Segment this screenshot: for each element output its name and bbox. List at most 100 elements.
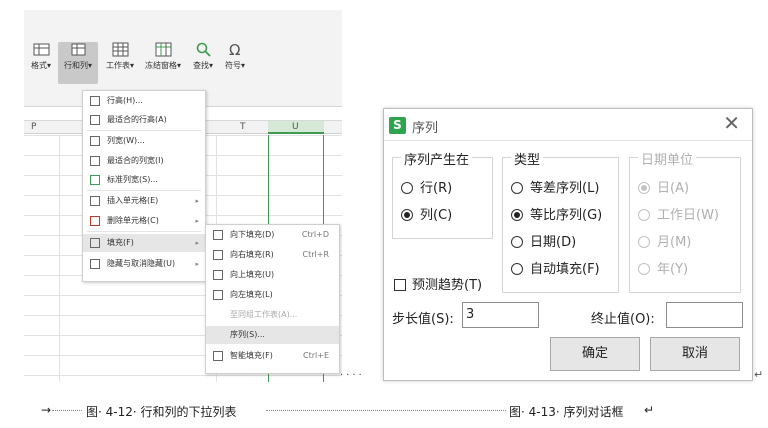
- menu-separator: [87, 130, 201, 131]
- radio-label: 列(C): [420, 208, 453, 223]
- radio-label: 工作日(W): [657, 208, 719, 223]
- radio-day: 日(A): [638, 180, 689, 198]
- arrow-mark-icon: →: [41, 403, 52, 417]
- date-unit-group: 日期单位 日(A) 工作日(W) 月(M) 年(Y): [629, 149, 741, 293]
- omega-icon: Ω: [229, 42, 240, 57]
- menu-separator: [87, 231, 201, 232]
- trend-label: 预测趋势(T): [412, 278, 483, 293]
- menu-item-label: 标准列宽(S)...: [107, 175, 158, 184]
- dialog-title: 序列: [412, 121, 439, 136]
- delete-cells-icon: [90, 216, 100, 226]
- menu-item-autofit-row[interactable]: 最适合的行高(A): [83, 111, 205, 129]
- menu-item-label: 向上填充(U): [230, 270, 275, 279]
- format-button-label: 格式: [30, 61, 47, 70]
- menu-item-label: 向左填充(L): [230, 290, 273, 299]
- worksheet-button-label: 工作表: [105, 61, 130, 70]
- radio-autofill[interactable]: 自动填充(F): [511, 261, 600, 279]
- paragraph-mark-icon: ↵: [754, 368, 764, 381]
- worksheet-button[interactable]: 工作表▾: [102, 42, 138, 84]
- format-button[interactable]: 格式▾: [27, 42, 55, 84]
- radio-icon: [511, 263, 523, 275]
- trend-checkbox[interactable]: 预测趋势(T): [394, 274, 482, 293]
- menu-item-row-height[interactable]: 行高(H)...: [83, 92, 205, 110]
- radio-columns[interactable]: 列(C): [401, 207, 452, 225]
- stop-value-input[interactable]: [666, 302, 743, 328]
- radio-label: 月(M): [657, 235, 692, 250]
- radio-label: 日(A): [657, 181, 690, 196]
- fill-down-icon: [213, 230, 223, 240]
- menu-item-label: 至同组工作表(A)...: [230, 310, 298, 319]
- fill-submenu: 向下填充(D) Ctrl+D 向右填充(R) Ctrl+R 向上填充(U) 向左填充…: [205, 224, 340, 374]
- chevron-right-icon: ▸: [195, 260, 199, 268]
- radio-rows[interactable]: 行(R): [401, 180, 452, 198]
- leader-dots: [52, 410, 82, 411]
- menu-item-standard-width[interactable]: 标准列宽(S)...: [83, 171, 205, 189]
- radio-label: 年(Y): [657, 262, 689, 277]
- radio-date[interactable]: 日期(D): [511, 234, 576, 252]
- radio-linear[interactable]: 等差序列(L): [511, 180, 599, 198]
- type-group: 类型 等差序列(L) 等比序列(G) 日期(D) 自动填充(F): [502, 149, 619, 293]
- row-col-dropdown: 行高(H)... 最适合的行高(A) 列宽(W)... 最适合的列宽(I) 标准…: [82, 90, 206, 282]
- fill-icon: [90, 238, 100, 248]
- radio-label: 日期(D): [530, 235, 577, 250]
- menu-item-insert-cells[interactable]: 插入单元格(E) ▸: [83, 192, 205, 210]
- menu-item-series[interactable]: 序列(S)...: [206, 326, 339, 344]
- close-icon[interactable]: ✕: [723, 113, 740, 133]
- wps-app-icon: S: [389, 117, 406, 134]
- column-header-t[interactable]: T: [240, 122, 246, 132]
- symbol-button-label: 符号: [224, 61, 241, 70]
- standard-width-icon: [90, 175, 100, 185]
- date-unit-label: 日期单位: [638, 149, 697, 168]
- menu-item-smart-fill[interactable]: 智能填充(F) Ctrl+E: [206, 347, 339, 365]
- menu-item-hide-unhide[interactable]: 隐藏与取消隐藏(U) ▸: [83, 255, 205, 273]
- menu-item-autofit-col[interactable]: 最适合的列宽(I): [83, 152, 205, 170]
- format-icon: [33, 43, 49, 56]
- menu-item-fill-up[interactable]: 向上填充(U): [206, 266, 339, 284]
- step-value-input[interactable]: 3: [462, 302, 539, 328]
- cancel-button[interactable]: 取消: [650, 337, 740, 371]
- radio-icon: [401, 182, 413, 194]
- worksheet-icon: [112, 42, 128, 57]
- fill-left-icon: [213, 290, 223, 300]
- fill-up-icon: [213, 270, 223, 280]
- menu-separator: [87, 190, 201, 191]
- menu-item-fill-left[interactable]: 向左填充(L): [206, 286, 339, 304]
- radio-growth[interactable]: 等比序列(G): [511, 207, 602, 225]
- freeze-panes-button[interactable]: 冻结窗格▾: [141, 42, 185, 84]
- menu-item-label: 删除单元格(C): [107, 216, 159, 225]
- row-col-icon: [71, 43, 85, 56]
- symbol-button[interactable]: Ω 符号▾: [222, 42, 248, 84]
- menu-item-label: 序列(S)...: [230, 330, 265, 339]
- ellipsis-dots: ····: [340, 370, 365, 381]
- radio-icon: [511, 236, 523, 248]
- autofit-row-icon: [90, 115, 100, 125]
- menu-item-delete-cells[interactable]: 删除单元格(C) ▸: [83, 212, 205, 230]
- chevron-right-icon: ▸: [195, 217, 199, 225]
- shortcut-label: Ctrl+D: [301, 230, 329, 239]
- grid-line: [59, 135, 60, 382]
- column-header-p[interactable]: P: [31, 122, 36, 132]
- menu-item-label: 填充(F): [107, 238, 134, 247]
- menu-item-fill-right[interactable]: 向右填充(R) Ctrl+R: [206, 246, 339, 264]
- column-header-u[interactable]: U: [292, 122, 299, 132]
- menu-item-label: 智能填充(F): [230, 351, 273, 360]
- search-icon: [196, 42, 211, 57]
- row-height-icon: [90, 96, 100, 106]
- menu-item-fill[interactable]: 填充(F) ▸: [83, 234, 205, 252]
- menu-item-col-width[interactable]: 列宽(W)...: [83, 132, 205, 150]
- stop-value-label: 终止值(O):: [591, 312, 655, 327]
- row-col-button[interactable]: 行和列▾: [58, 42, 98, 84]
- menu-item-label: 隐藏与取消隐藏(U): [107, 259, 176, 268]
- radio-label: 等差序列(L): [530, 181, 600, 196]
- radio-weekday: 工作日(W): [638, 207, 719, 225]
- radio-checked-icon: [638, 182, 650, 194]
- find-button[interactable]: 查找▾: [190, 42, 216, 84]
- insert-cells-icon: [90, 196, 100, 206]
- chevron-right-icon: ▸: [195, 239, 199, 247]
- ok-button[interactable]: 确定: [550, 337, 640, 371]
- row-col-button-label: 行和列: [63, 61, 88, 70]
- shortcut-label: Ctrl+E: [303, 351, 329, 360]
- type-label: 类型: [511, 149, 544, 168]
- fill-right-icon: [213, 250, 223, 260]
- menu-item-fill-down[interactable]: 向下填充(D) Ctrl+D: [206, 226, 339, 244]
